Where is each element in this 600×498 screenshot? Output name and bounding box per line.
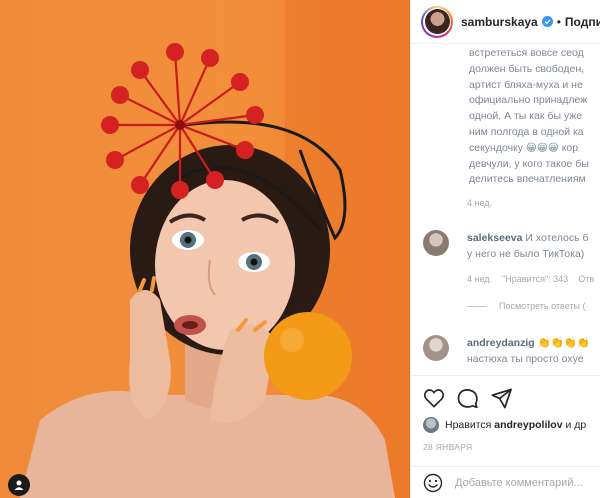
comment-text: andreydanzig 👏👏👏👏 настюха ты просто охуе bbox=[467, 335, 600, 367]
view-replies-label: Посмотреть ответы ( bbox=[499, 301, 586, 311]
add-comment-bar bbox=[411, 466, 600, 498]
likes-user[interactable]: andreypolilov bbox=[494, 419, 562, 431]
comment-body: 👏👏👏👏 bbox=[537, 337, 590, 349]
view-replies-button[interactable]: Посмотреть ответы ( bbox=[467, 301, 586, 311]
person-icon bbox=[14, 480, 24, 490]
caption-line: ним полгода в одной ка bbox=[469, 125, 584, 138]
caption-line: девчули, у кого такое бы bbox=[469, 157, 589, 170]
post-actions: Нравится andreypolilov и др 28 января bbox=[411, 375, 600, 498]
caption-line: встрететься вовсе сеод bbox=[469, 47, 584, 59]
caption-line: делитесь впечатлениям bbox=[469, 173, 586, 186]
add-comment-input[interactable] bbox=[455, 477, 595, 489]
likes-avatar bbox=[423, 417, 439, 433]
comment-reply-button[interactable]: Отв bbox=[578, 274, 594, 284]
comment-meta: 4 нед. "Нравится": 343 Отв bbox=[467, 274, 594, 284]
share-icon[interactable] bbox=[491, 388, 512, 409]
comment-likes-count[interactable]: "Нравится": 343 bbox=[502, 274, 568, 284]
post-header: samburskaya • Подпи bbox=[411, 0, 600, 44]
author-avatar[interactable] bbox=[421, 5, 453, 38]
comment-username[interactable]: salekseeva bbox=[467, 232, 522, 244]
heart-icon[interactable] bbox=[423, 388, 445, 408]
post-photo[interactable] bbox=[0, 0, 410, 498]
post-side-panel: samburskaya • Подпи встрететься вовсе се… bbox=[410, 0, 600, 498]
caption-timestamp[interactable]: 4 нед. bbox=[467, 198, 492, 208]
post-caption: встрететься вовсе сеод должен быть свобо… bbox=[469, 46, 600, 188]
likes-summary: Нравится andreypolilov и др bbox=[423, 417, 586, 433]
comment-avatar[interactable] bbox=[423, 335, 449, 361]
caption-line: официально принадлеж bbox=[469, 94, 588, 107]
comment-body: у него не было ТикТока) bbox=[467, 248, 585, 260]
photo-illustration bbox=[20, 0, 410, 498]
comment-text: salekseeva И хотелось б у него не было Т… bbox=[467, 230, 600, 262]
likes-suffix[interactable]: и др bbox=[565, 419, 586, 431]
comment-avatar[interactable] bbox=[423, 230, 449, 256]
comment-username[interactable]: andreydanzig bbox=[467, 337, 535, 349]
likes-prefix: Нравится bbox=[445, 419, 492, 431]
header-separator: • bbox=[556, 14, 561, 29]
comment-timestamp[interactable]: 4 нед. bbox=[467, 274, 492, 284]
follow-button[interactable]: Подпи bbox=[565, 15, 600, 29]
smiley-icon[interactable] bbox=[423, 473, 443, 493]
caption-line: артист бляха-муха и не bbox=[469, 78, 583, 91]
caption-line: одной. А ты как бы уже bbox=[469, 110, 583, 123]
comment-body: настюха ты просто охуе bbox=[467, 353, 584, 365]
caption-line: должен быть свободен, bbox=[469, 62, 585, 75]
verified-badge-icon bbox=[541, 16, 553, 27]
comment-body: И хотелось б bbox=[525, 232, 589, 244]
post-date[interactable]: 28 января bbox=[423, 442, 472, 452]
author-username[interactable]: samburskaya bbox=[461, 15, 538, 29]
tagged-users-button[interactable] bbox=[8, 474, 30, 496]
comment-icon[interactable] bbox=[457, 388, 478, 409]
caption-line: секундочку 😀😀😀 кор bbox=[469, 141, 579, 154]
